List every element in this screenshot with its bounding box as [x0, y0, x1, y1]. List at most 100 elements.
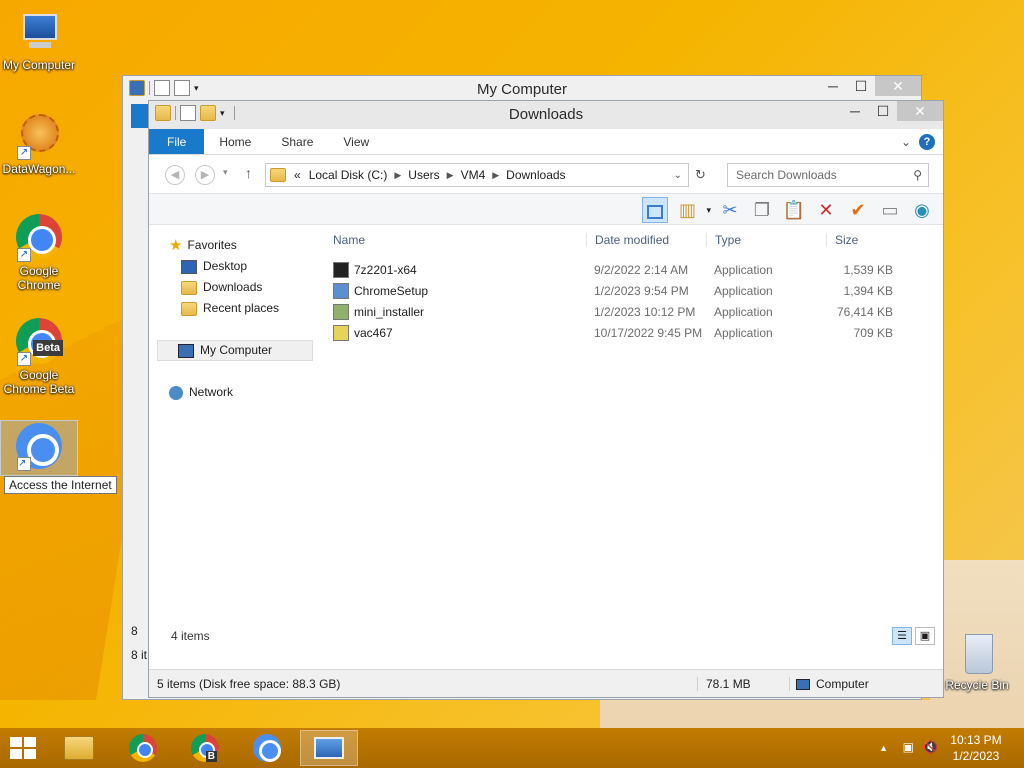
rename-icon[interactable]: ▭ — [877, 197, 903, 223]
window-title: My Computer — [476, 81, 568, 98]
nav-label: Recent places — [203, 301, 280, 315]
desktop-icon-google-chrome[interactable]: ↗ Google Chrome — [0, 214, 78, 292]
globe-icon[interactable]: ◉ — [909, 197, 935, 223]
folder-options-icon[interactable]: ▥ — [674, 197, 700, 223]
datawagon-icon: ↗ — [15, 112, 63, 160]
large-icons-view-icon[interactable]: ▣ — [915, 627, 935, 645]
content-area: ★ Favorites Desktop Downloads Recent pla… — [149, 227, 943, 649]
desktop-icon-label: Google Chrome Beta — [3, 368, 75, 396]
desktop-icon-chrome-beta[interactable]: Beta ↗ Google Chrome Beta — [0, 318, 78, 396]
file-explorer-icon — [64, 736, 94, 760]
forward-button[interactable]: ▶ — [195, 165, 215, 185]
items-count: 4 items — [171, 629, 210, 643]
desktop-icon-recycle-bin[interactable]: Recycle Bin — [942, 632, 1012, 692]
file-row[interactable]: ChromeSetup 1/2/2023 9:54 PM Application 1,… — [325, 280, 943, 301]
details-view-icon[interactable]: ☰ — [892, 627, 912, 645]
taskbar-chrome-beta[interactable]: B — [176, 730, 234, 766]
maximize-button[interactable]: ☐ — [869, 101, 897, 121]
cut-icon[interactable]: ✂ — [717, 197, 743, 223]
status-partial: 8 it — [131, 648, 148, 662]
delete-icon[interactable]: ✕ — [813, 197, 839, 223]
desktop-icon-datawagon[interactable]: ↗ DataWagon... — [0, 112, 78, 176]
up-button[interactable]: ↑ — [245, 165, 252, 181]
clock[interactable]: 10:13 PM 1/2/2023 — [946, 732, 1006, 764]
column-header-size[interactable]: Size — [826, 233, 901, 247]
chrome-icon — [129, 734, 157, 762]
minimize-button[interactable]: ─ — [841, 101, 869, 121]
beta-b-badge: B — [205, 751, 217, 762]
recent-locations-icon[interactable]: ▾ — [223, 167, 228, 178]
refresh-icon[interactable]: ↻ — [695, 167, 706, 183]
show-hidden-icons-icon[interactable]: ▲ — [879, 743, 888, 753]
7z-icon — [333, 261, 349, 278]
file-name: mini_installer — [354, 304, 425, 319]
nav-downloads[interactable]: Downloads — [149, 277, 321, 298]
file-name-cell: vac467 — [325, 324, 586, 341]
tab-view[interactable]: View — [328, 129, 384, 154]
breadcrumb-overflow[interactable]: « — [290, 168, 305, 182]
sort-up-icon: ˄ — [447, 233, 452, 234]
desktop-icon-label: DataWagon... — [2, 162, 76, 176]
file-size: 709 KB — [853, 325, 893, 340]
breadcrumb-local-disk[interactable]: Local Disk (C:) — [305, 168, 392, 182]
nav-label: Network — [189, 385, 234, 399]
taskbar-chrome[interactable] — [114, 730, 172, 766]
file-name-cell: mini_installer — [325, 303, 586, 320]
star-icon: ★ — [169, 237, 183, 254]
copy-icon[interactable]: ❐ — [749, 197, 775, 223]
file-date: 10/17/2022 9:45 PM — [594, 325, 703, 340]
chevron-right-icon[interactable]: ▶ — [489, 170, 502, 181]
shortcut-arrow-icon: ↗ — [17, 352, 31, 366]
paste-icon[interactable]: 📋 — [781, 197, 807, 223]
file-row[interactable]: 7z2201-x64 9/2/2022 2:14 AM Application 1,5… — [325, 259, 943, 280]
search-icon[interactable]: ⚲ — [913, 164, 922, 186]
taskbar-file-explorer[interactable] — [50, 730, 108, 766]
desktop-icon-label: Recycle Bin — [945, 678, 1009, 692]
taskbar-chromium[interactable] — [238, 730, 296, 766]
nav-network[interactable]: Network — [149, 382, 321, 403]
tab-home[interactable]: Home — [204, 129, 266, 154]
desktop-icon-access-internet[interactable]: ↗ — [0, 420, 78, 476]
file-row[interactable]: mini_installer 1/2/2023 10:12 PM Applicati… — [325, 301, 943, 322]
chevron-down-icon[interactable]: ▾ — [706, 205, 711, 216]
column-header-name[interactable]: Name ˄ — [325, 233, 586, 247]
nav-desktop[interactable]: Desktop — [149, 256, 321, 277]
desktop-icon-my-computer[interactable]: My Computer — [0, 8, 78, 72]
status-size: 78.1 MB — [697, 677, 751, 691]
volume-muted-icon[interactable]: 🔇 — [923, 740, 938, 754]
desktop-icon-tooltip: Access the Internet — [4, 476, 117, 494]
start-button[interactable] — [10, 737, 36, 759]
breadcrumb-users[interactable]: Users — [404, 168, 443, 182]
nav-my-computer[interactable]: My Computer — [157, 340, 313, 361]
nav-recent-places[interactable]: Recent places — [149, 298, 321, 319]
network-tray-icon[interactable]: ▣ — [903, 740, 914, 754]
help-icon[interactable]: ? — [919, 134, 935, 150]
chevron-right-icon[interactable]: ▶ — [444, 170, 457, 181]
back-button[interactable]: ◀ — [165, 165, 185, 185]
preview-pane-icon[interactable] — [642, 197, 669, 223]
app-icon — [333, 324, 349, 341]
checkmark-icon[interactable]: ✔ — [845, 197, 871, 223]
column-header-type[interactable]: Type — [706, 233, 826, 247]
chevron-down-icon[interactable]: ⌄ — [674, 170, 682, 181]
status-bar: 5 items (Disk free space: 88.3 GB) 78.1 … — [149, 669, 943, 697]
column-header-date[interactable]: Date modified — [586, 233, 706, 247]
chevron-right-icon[interactable]: ▶ — [391, 170, 404, 181]
file-size: 76,414 KB — [836, 304, 893, 319]
expand-ribbon-icon[interactable]: ⌄ — [901, 135, 911, 149]
breadcrumb-vm4[interactable]: VM4 — [457, 168, 490, 182]
close-button[interactable]: ✕ — [875, 76, 921, 96]
taskbar-my-computer[interactable] — [300, 730, 358, 766]
nav-favorites[interactable]: ★ Favorites — [149, 235, 321, 256]
tab-file[interactable]: File — [149, 129, 205, 154]
search-input[interactable]: Search Downloads ⚲ — [727, 163, 929, 187]
downloads-window[interactable]: ▾ Downloads ─ ☐ ✕ File Home Share View ⌄… — [148, 100, 944, 698]
tab-share[interactable]: Share — [266, 129, 328, 154]
address-bar[interactable]: « Local Disk (C:) ▶ Users ▶ VM4 ▶ Downlo… — [265, 163, 689, 187]
file-row[interactable]: vac467 10/17/2022 9:45 PM Application 709 K… — [325, 322, 943, 343]
minimize-button[interactable]: ─ — [819, 76, 847, 96]
breadcrumb-downloads[interactable]: Downloads — [502, 168, 569, 182]
wallpaper-shape — [600, 700, 1024, 730]
maximize-button[interactable]: ☐ — [847, 76, 875, 96]
close-button[interactable]: ✕ — [897, 101, 943, 121]
